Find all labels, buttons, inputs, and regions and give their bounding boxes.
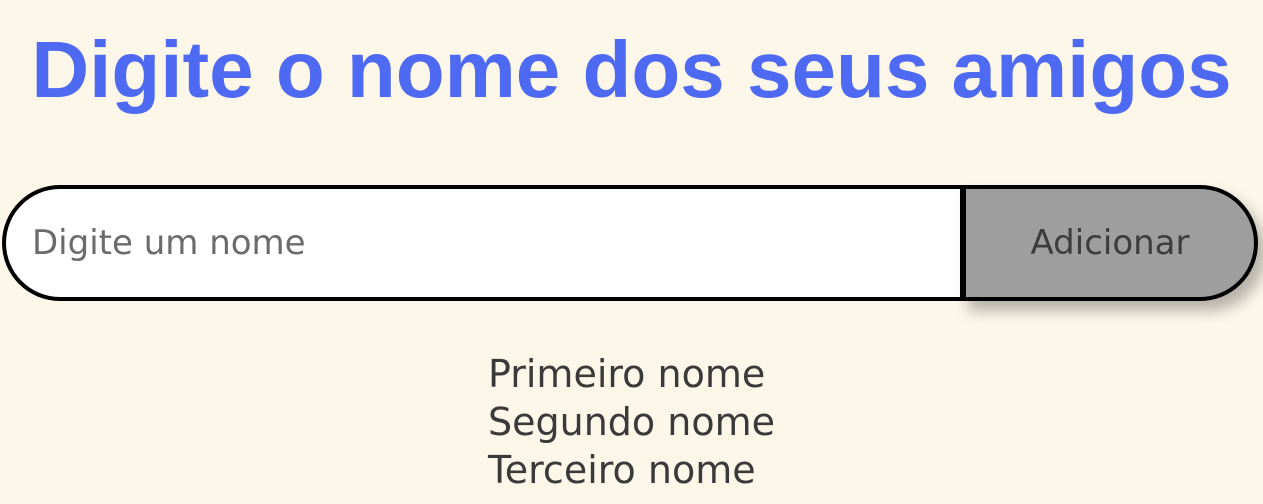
name-input[interactable] bbox=[2, 185, 960, 301]
page-title: Digite o nome dos seus amigos bbox=[31, 25, 1232, 114]
add-button[interactable]: Adicionar bbox=[960, 185, 1258, 301]
list-item: Primeiro nome bbox=[488, 352, 766, 396]
list-item: Segundo nome bbox=[488, 400, 775, 444]
add-name-form: Adicionar bbox=[2, 185, 1258, 301]
names-list: Primeiro nome Segundo nome Terceiro nome bbox=[488, 350, 775, 494]
list-item: Terceiro nome bbox=[488, 448, 756, 492]
